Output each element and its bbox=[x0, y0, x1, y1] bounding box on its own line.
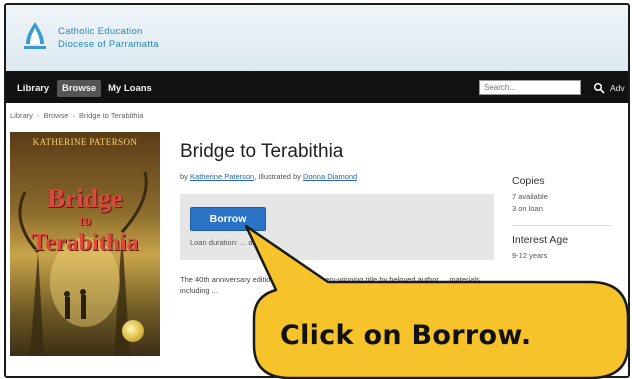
logo-icon bbox=[24, 22, 46, 49]
byline-prefix: by bbox=[180, 172, 188, 181]
site-header: Catholic Education Diocese of Parramatta bbox=[6, 5, 628, 71]
interest-age-heading: Interest Age bbox=[512, 234, 569, 246]
cover-title: Bridge to Terabithia bbox=[10, 184, 160, 256]
logo-text: Catholic Education Diocese of Parramatta bbox=[58, 25, 159, 51]
nav-item-library[interactable]: Library bbox=[12, 80, 54, 97]
breadcrumb-browse[interactable]: Browse bbox=[43, 111, 68, 120]
book-description: The 40th anniversary edition of the ... … bbox=[180, 275, 480, 295]
callout-text: Click on Borrow. bbox=[280, 320, 532, 351]
copies-available: 7 available bbox=[512, 192, 548, 201]
search-input[interactable] bbox=[479, 80, 581, 95]
breadcrumb-current: Bridge to Terabithia bbox=[78, 111, 144, 120]
book-title: Bridge to Terabithia bbox=[180, 141, 344, 162]
breadcrumb-library[interactable]: Library bbox=[10, 111, 33, 120]
nav-item-my-loans[interactable]: My Loans bbox=[103, 80, 157, 97]
award-medal-icon bbox=[122, 320, 144, 342]
nav-item-browse[interactable]: Browse bbox=[57, 80, 102, 97]
search-icon[interactable] bbox=[593, 82, 605, 94]
illustrated-prefix: , Illustrated by bbox=[254, 172, 301, 181]
book-cover[interactable]: KATHERINE PATERSON Bridge to Terabithia bbox=[10, 132, 160, 356]
breadcrumb-separator: › bbox=[72, 111, 75, 120]
cover-title-word-2: to bbox=[78, 213, 92, 229]
advanced-search-link[interactable]: Adv bbox=[610, 83, 625, 93]
logo-line-2: Diocese of Parramatta bbox=[58, 39, 159, 50]
loan-duration: Loan duration: ... days bbox=[190, 238, 265, 247]
breadcrumb: Library › Browse › Bridge to Terabithia bbox=[10, 111, 143, 120]
copies-heading: Copies bbox=[512, 175, 545, 187]
cover-title-word-1: Bridge bbox=[47, 184, 123, 213]
borrow-button[interactable]: Borrow bbox=[190, 207, 266, 231]
author-link[interactable]: Katherine Paterson bbox=[190, 172, 254, 181]
illustrator-link[interactable]: Donna Diamond bbox=[303, 172, 357, 181]
logo-line-1: Catholic Education bbox=[58, 26, 143, 37]
interest-age-value: 9-12 years bbox=[512, 251, 548, 260]
availability-sidebar: Copies 7 available 3 on loan Interest Ag… bbox=[512, 175, 622, 262]
byline: by Katherine Paterson, Illustrated by Do… bbox=[180, 172, 357, 181]
breadcrumb-separator: › bbox=[36, 111, 40, 120]
borrow-panel: Borrow Loan duration: ... days bbox=[180, 194, 494, 260]
cover-author: KATHERINE PATERSON bbox=[32, 137, 138, 147]
nav-bar: Library Browse My Loans Adv bbox=[6, 71, 628, 103]
sidebar-divider bbox=[512, 225, 612, 226]
cover-title-word-3: Terabithia bbox=[31, 230, 139, 256]
copies-on-loan: 3 on loan bbox=[512, 204, 543, 213]
